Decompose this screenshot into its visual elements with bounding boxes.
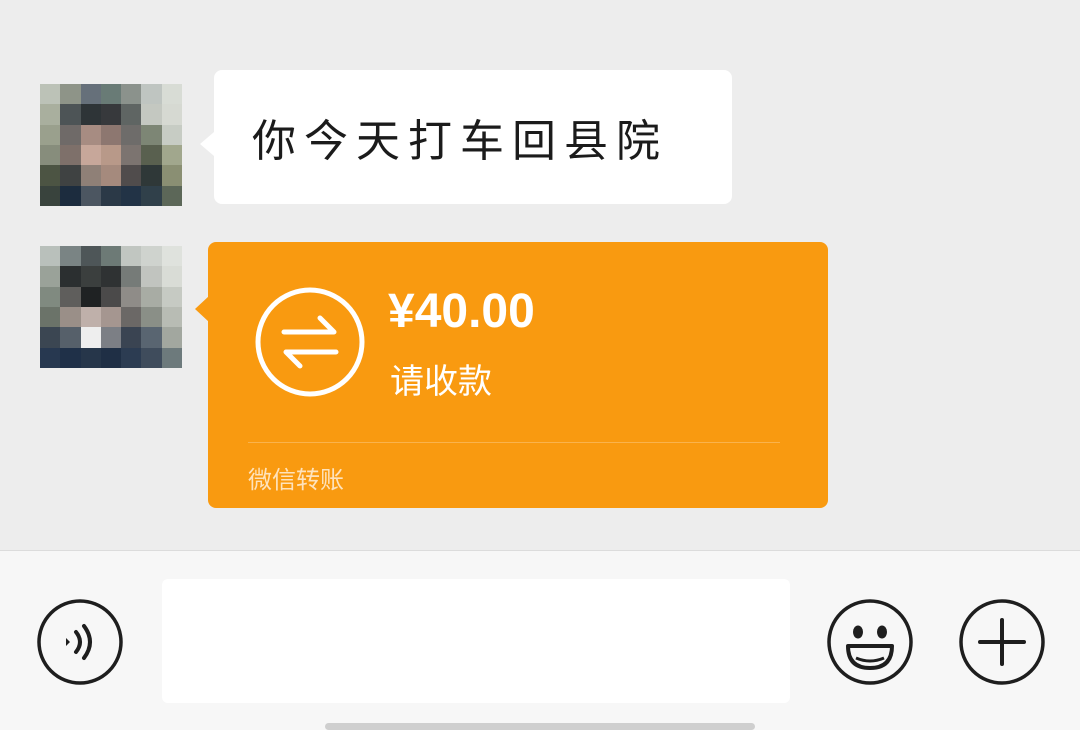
message-input[interactable] xyxy=(162,579,790,703)
text-message-bubble[interactable]: 你今天打车回县院 xyxy=(200,70,732,204)
plus-icon[interactable] xyxy=(958,598,1046,686)
transfer-footer: 微信转账 xyxy=(248,466,344,494)
input-bar xyxy=(0,550,1080,730)
avatar[interactable] xyxy=(40,246,182,368)
transfer-card[interactable]: ¥40.00 请收款 微信转账 xyxy=(195,242,828,508)
chat-area: 你今天打车回县院 ¥40.00 请收款 微信转账 xyxy=(0,0,1080,550)
transfer-amount: ¥40.00 xyxy=(388,285,535,338)
transfer-arrows-icon xyxy=(254,286,366,398)
card-divider xyxy=(248,442,780,443)
transfer-status: 请收款 xyxy=(390,362,492,402)
voice-icon[interactable] xyxy=(36,598,124,686)
message-text: 你今天打车回县院 xyxy=(252,116,668,167)
avatar[interactable] xyxy=(40,84,182,206)
emoji-icon[interactable] xyxy=(826,598,914,686)
